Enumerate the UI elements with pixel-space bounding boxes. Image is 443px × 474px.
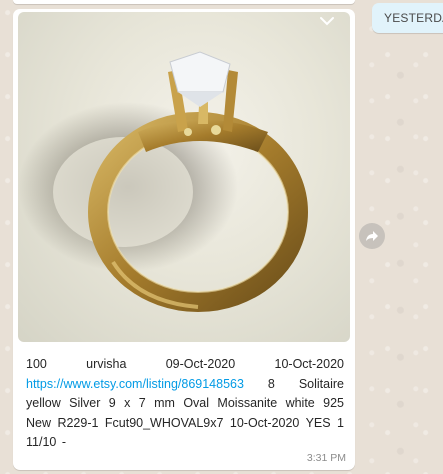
message-photo[interactable] [18, 12, 350, 342]
etsy-listing-link[interactable]: https://www.etsy.com/listing/869148563 [26, 377, 244, 391]
caption-line-1: 100 urvisha 09-Oct-2020 10-Oct-2020 [26, 357, 344, 371]
message-caption: 100 urvisha 09-Oct-2020 10-Oct-2020 http… [26, 355, 344, 453]
forward-icon [366, 231, 378, 241]
message-time: 3:31 PM [306, 452, 346, 464]
date-label: YESTERDAY [384, 11, 443, 25]
date-separator: YESTERDAY [372, 3, 443, 33]
previous-message-edge [13, 0, 355, 4]
ring-photo-illustration [18, 51, 308, 312]
forward-button[interactable] [359, 223, 385, 249]
chevron-down-icon [320, 17, 334, 26]
image-message-bubble[interactable]: 100 urvisha 09-Oct-2020 10-Oct-2020 http… [13, 9, 355, 470]
message-menu-button[interactable] [320, 16, 342, 36]
